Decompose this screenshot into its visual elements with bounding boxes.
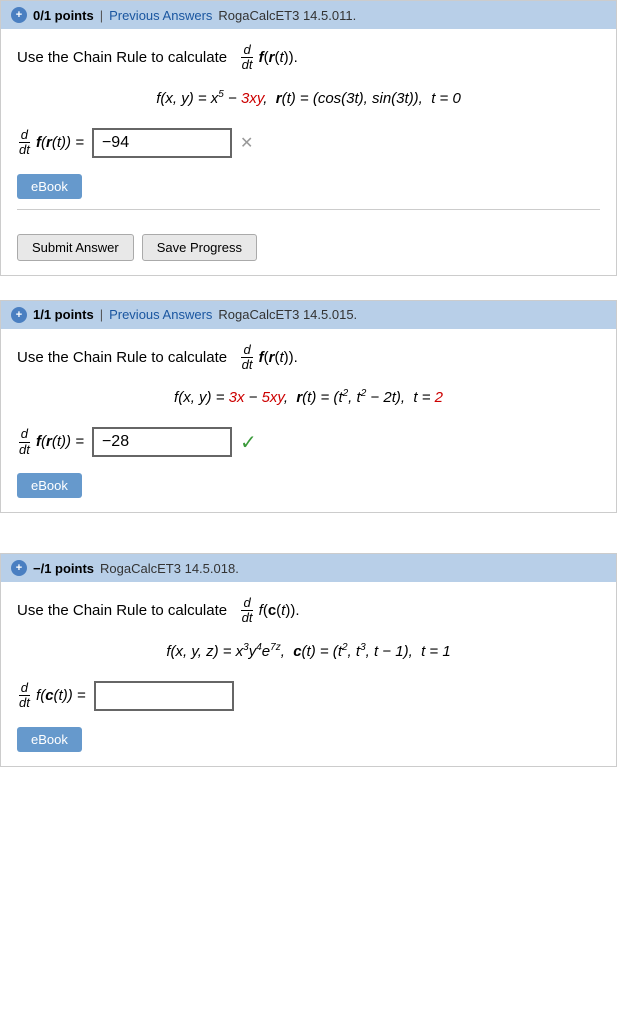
ebook-button-2[interactable]: eBook [17,473,82,498]
problem-header-2: + 1/1 points | Previous Answers RogaCalc… [1,301,616,329]
divider-1 [17,209,600,210]
source-text-2: RogaCalcET3 14.5.015. [218,307,357,322]
answer-label-2: d dt f(r(t)) = [17,427,84,457]
submit-row-1: Submit Answer Save Progress [17,224,600,261]
problem-header-1: + 0/1 points | Previous Answers RogaCalc… [1,1,616,29]
answer-row-2: d dt f(r(t)) = ✓ [17,427,600,457]
fraction-den-2: dt [240,358,255,372]
spacer-2 [0,521,617,537]
question-text-2: Use the Chain Rule to calculate d dt f(r… [17,343,600,373]
answer-row-3: d dt f(c(t)) = [17,681,600,711]
points-text-2: 1/1 points [33,307,94,322]
separator-1: | [100,8,103,23]
prev-answers-link-1[interactable]: Previous Answers [109,8,212,23]
fraction-den-3: dt [240,611,255,625]
answer-row-1: d dt f(r(t)) = ✕ [17,128,600,158]
problem-block-2: + 1/1 points | Previous Answers RogaCalc… [0,300,617,514]
question-prefix-1: Use the Chain Rule to calculate [17,49,227,66]
answer-input-2[interactable] [92,427,232,457]
fraction-den-1: dt [240,58,255,72]
problem-block-1: + 0/1 points | Previous Answers RogaCalc… [0,0,617,276]
problem-block-3: + −/1 points RogaCalcET3 14.5.018. Use t… [0,553,617,767]
separator-2: | [100,307,103,322]
derivative-fraction-2: d dt [240,343,255,373]
answer-input-3[interactable] [94,681,234,711]
question-text-1: Use the Chain Rule to calculate d dt f(r… [17,43,600,73]
answer-label-1: d dt f(r(t)) = [17,128,84,158]
result-icon-1: ✕ [240,133,253,153]
question-prefix-2: Use the Chain Rule to calculate [17,348,227,365]
points-circle-3: + [11,560,27,576]
question-text-3: Use the Chain Rule to calculate d dt f(c… [17,596,600,626]
source-text-3: RogaCalcET3 14.5.018. [100,561,239,576]
circle-label-3: + [16,562,22,574]
math-formula-3: f(x, y, z) = x3y4e7z, c(t) = (t2, t3, t … [17,638,600,665]
answer-label-3: d dt f(c(t)) = [17,681,86,711]
result-icon-2: ✓ [240,430,257,455]
ebook-button-3[interactable]: eBook [17,727,82,752]
submit-button-1[interactable]: Submit Answer [17,234,134,261]
derivative-fraction-3: d dt [240,596,255,626]
points-text-1: 0/1 points [33,8,94,23]
save-button-1[interactable]: Save Progress [142,234,257,261]
spacer-3 [0,537,617,553]
problem-body-1: Use the Chain Rule to calculate d dt f(r… [1,29,616,275]
fraction-num-3: d [241,596,252,611]
points-circle-1: + [11,7,27,23]
math-formula-2: f(x, y) = 3x − 5xy, r(t) = (t2, t2 − 2t)… [17,384,600,411]
derivative-fraction-1: d dt [240,43,255,73]
circle-label-1: + [16,9,22,21]
problem-header-3: + −/1 points RogaCalcET3 14.5.018. [1,554,616,582]
problem-body-3: Use the Chain Rule to calculate d dt f(c… [1,582,616,766]
points-text-3: −/1 points [33,561,94,576]
question-bold-f-1: f(r(t)). [259,49,298,66]
question-bold-f-3: f(c(t)). [259,602,300,619]
fraction-num-2: d [241,343,252,358]
points-circle-2: + [11,307,27,323]
math-formula-1: f(x, y) = x5 − 3xy, r(t) = (cos(3t), sin… [17,85,600,112]
question-bold-f-2: f(r(t)). [259,348,298,365]
source-text-1: RogaCalcET3 14.5.011. [218,8,356,23]
answer-input-1[interactable] [92,128,232,158]
question-prefix-3: Use the Chain Rule to calculate [17,602,227,619]
ebook-button-1[interactable]: eBook [17,174,82,199]
problem-body-2: Use the Chain Rule to calculate d dt f(r… [1,329,616,513]
spacer-1 [0,284,617,300]
fraction-num-1: d [241,43,252,58]
circle-label-2: + [16,309,22,321]
prev-answers-link-2[interactable]: Previous Answers [109,307,212,322]
